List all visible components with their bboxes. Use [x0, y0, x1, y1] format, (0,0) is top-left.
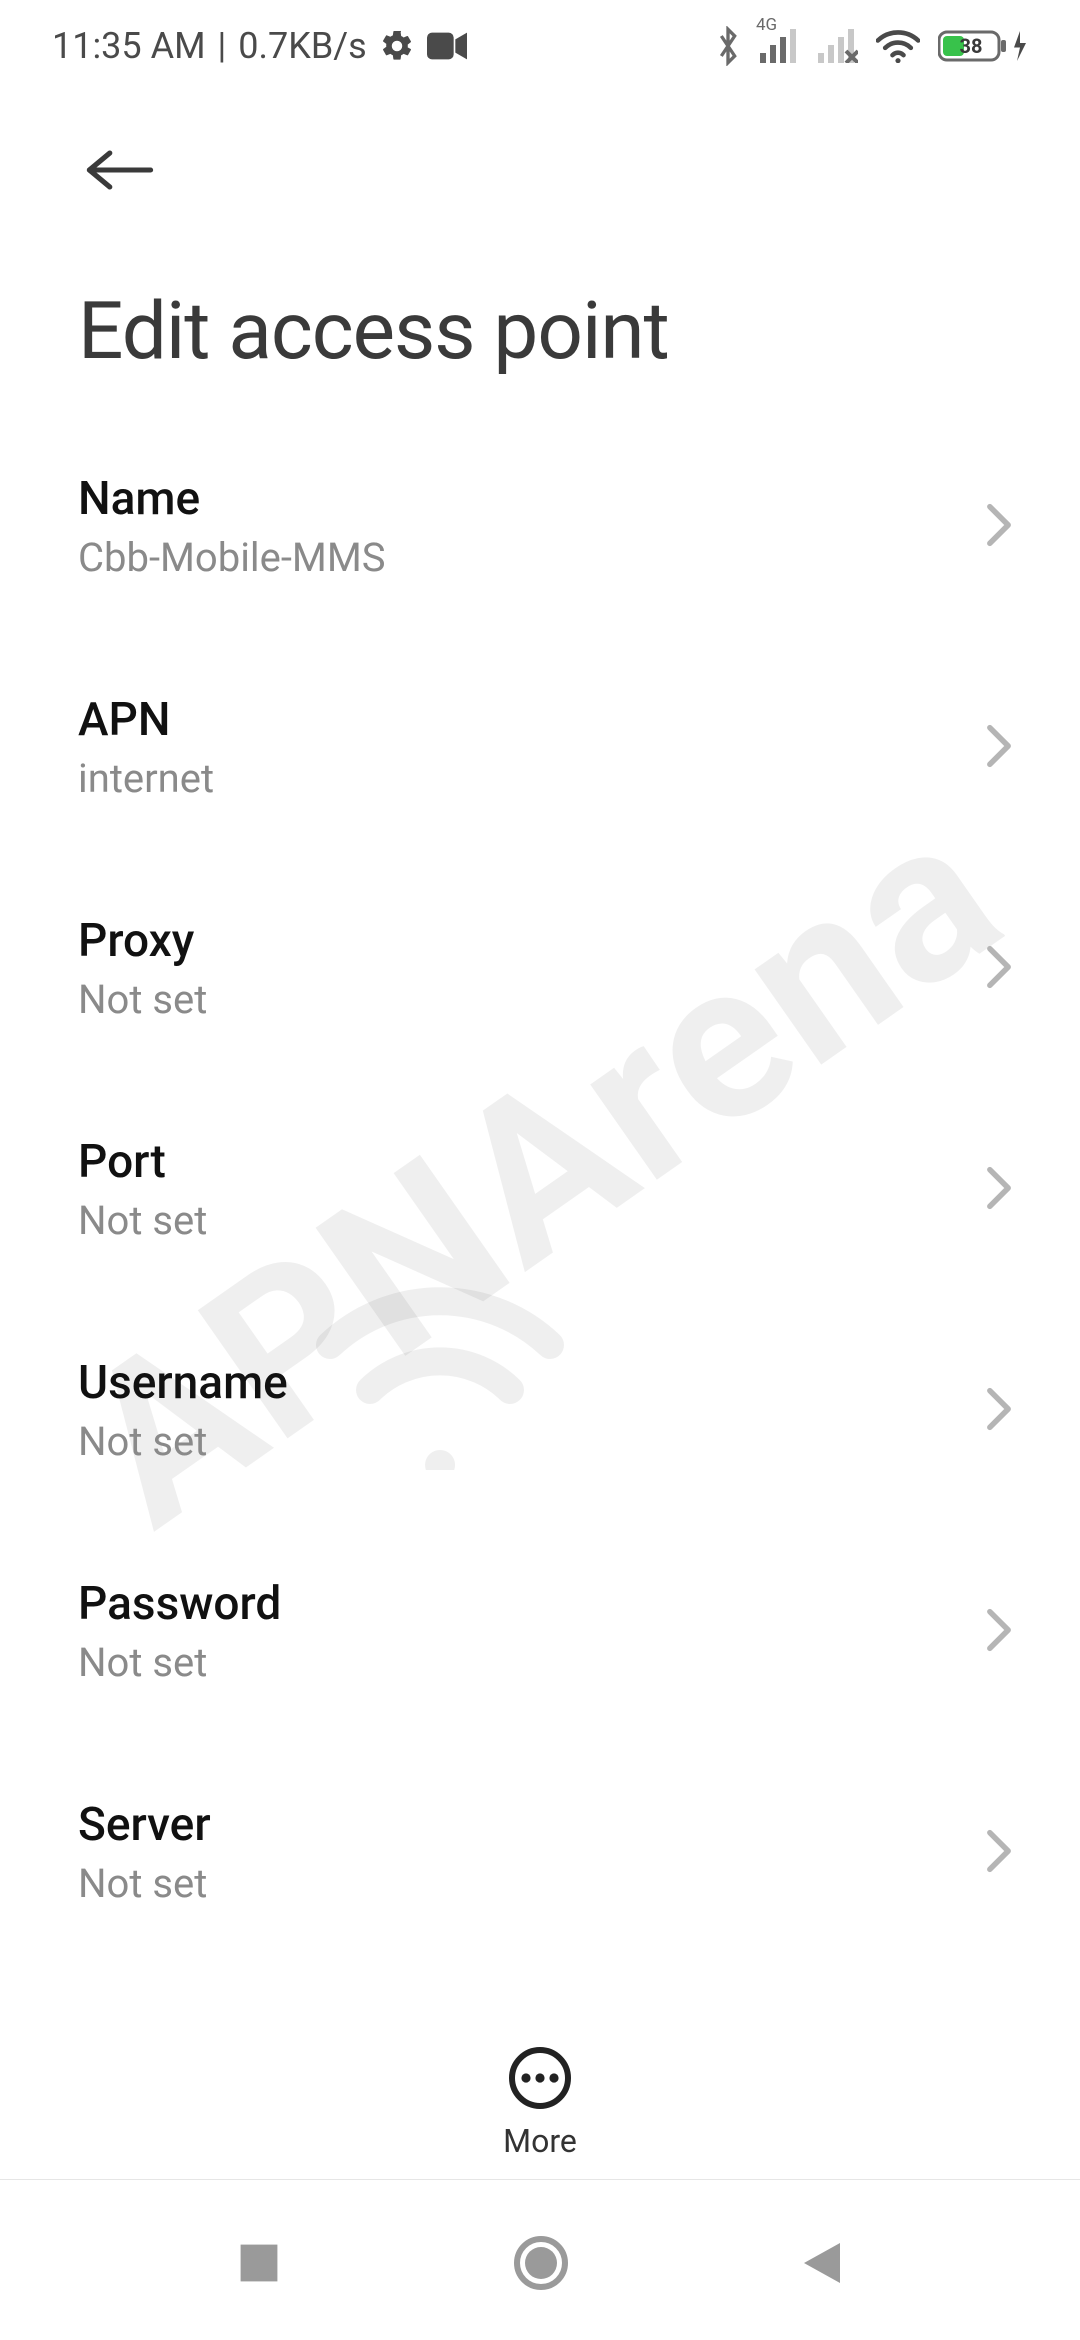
back-button[interactable] [78, 130, 162, 214]
row-label: Server [78, 1798, 962, 1852]
nav-recent-button[interactable] [236, 2240, 282, 2290]
settings-list: Name Cbb-Mobile-MMS APN internet Proxy N… [0, 396, 1080, 1962]
status-divider: | [218, 25, 227, 67]
row-value: Not set [78, 1639, 962, 1686]
triangle-left-icon [800, 2272, 844, 2291]
android-navbar [0, 2190, 1080, 2340]
charging-icon [1012, 31, 1028, 61]
signal-sim1-icon: 4G [760, 29, 800, 63]
chevron-right-icon [986, 1608, 1012, 1656]
row-label: Port [78, 1135, 962, 1189]
gear-icon [379, 28, 415, 64]
more-button[interactable]: More [0, 2046, 1080, 2160]
wifi-icon [876, 29, 920, 63]
chevron-right-icon [986, 945, 1012, 993]
network-badge: 4G [756, 15, 777, 35]
row-apn[interactable]: APN internet [78, 637, 1012, 858]
svg-text:38: 38 [960, 34, 983, 58]
row-value: Not set [78, 1860, 962, 1907]
row-label: Password [78, 1577, 962, 1631]
nav-home-button[interactable] [513, 2235, 569, 2295]
row-proxy[interactable]: Proxy Not set [78, 858, 1012, 1079]
chevron-right-icon [986, 1166, 1012, 1214]
more-label: More [503, 2122, 577, 2160]
square-icon [236, 2271, 282, 2290]
row-value: Not set [78, 1197, 962, 1244]
row-value: Not set [78, 1418, 962, 1465]
status-net-speed: 0.7KB/s [238, 25, 366, 67]
chevron-right-icon [986, 724, 1012, 772]
nav-back-button[interactable] [800, 2239, 844, 2291]
row-label: Proxy [78, 914, 962, 968]
battery-icon: 38 [938, 29, 1028, 63]
bluetooth-icon [714, 26, 742, 66]
row-label: Name [78, 472, 962, 526]
statusbar: 11:35 AM | 0.7KB/s 4G 38 [0, 0, 1080, 92]
row-username[interactable]: Username Not set [78, 1300, 1012, 1521]
circle-icon [513, 2276, 569, 2295]
row-value: Cbb-Mobile-MMS [78, 534, 962, 581]
row-label: APN [78, 693, 962, 747]
status-time: 11:35 AM [52, 25, 206, 67]
row-value: Not set [78, 976, 962, 1023]
chevron-right-icon [986, 1387, 1012, 1435]
row-port[interactable]: Port Not set [78, 1079, 1012, 1300]
more-icon [508, 2046, 572, 2110]
chevron-right-icon [986, 503, 1012, 551]
divider [0, 2179, 1080, 2180]
camera-icon [427, 31, 467, 61]
row-password[interactable]: Password Not set [78, 1521, 1012, 1742]
row-label: Username [78, 1356, 962, 1410]
arrow-left-icon [86, 146, 154, 198]
signal-sim2-icon [818, 29, 858, 63]
chevron-right-icon [986, 1829, 1012, 1877]
row-value: internet [78, 755, 962, 802]
row-server[interactable]: Server Not set [78, 1742, 1012, 1962]
row-name[interactable]: Name Cbb-Mobile-MMS [78, 416, 1012, 637]
page-title: Edit access point [78, 284, 1010, 378]
